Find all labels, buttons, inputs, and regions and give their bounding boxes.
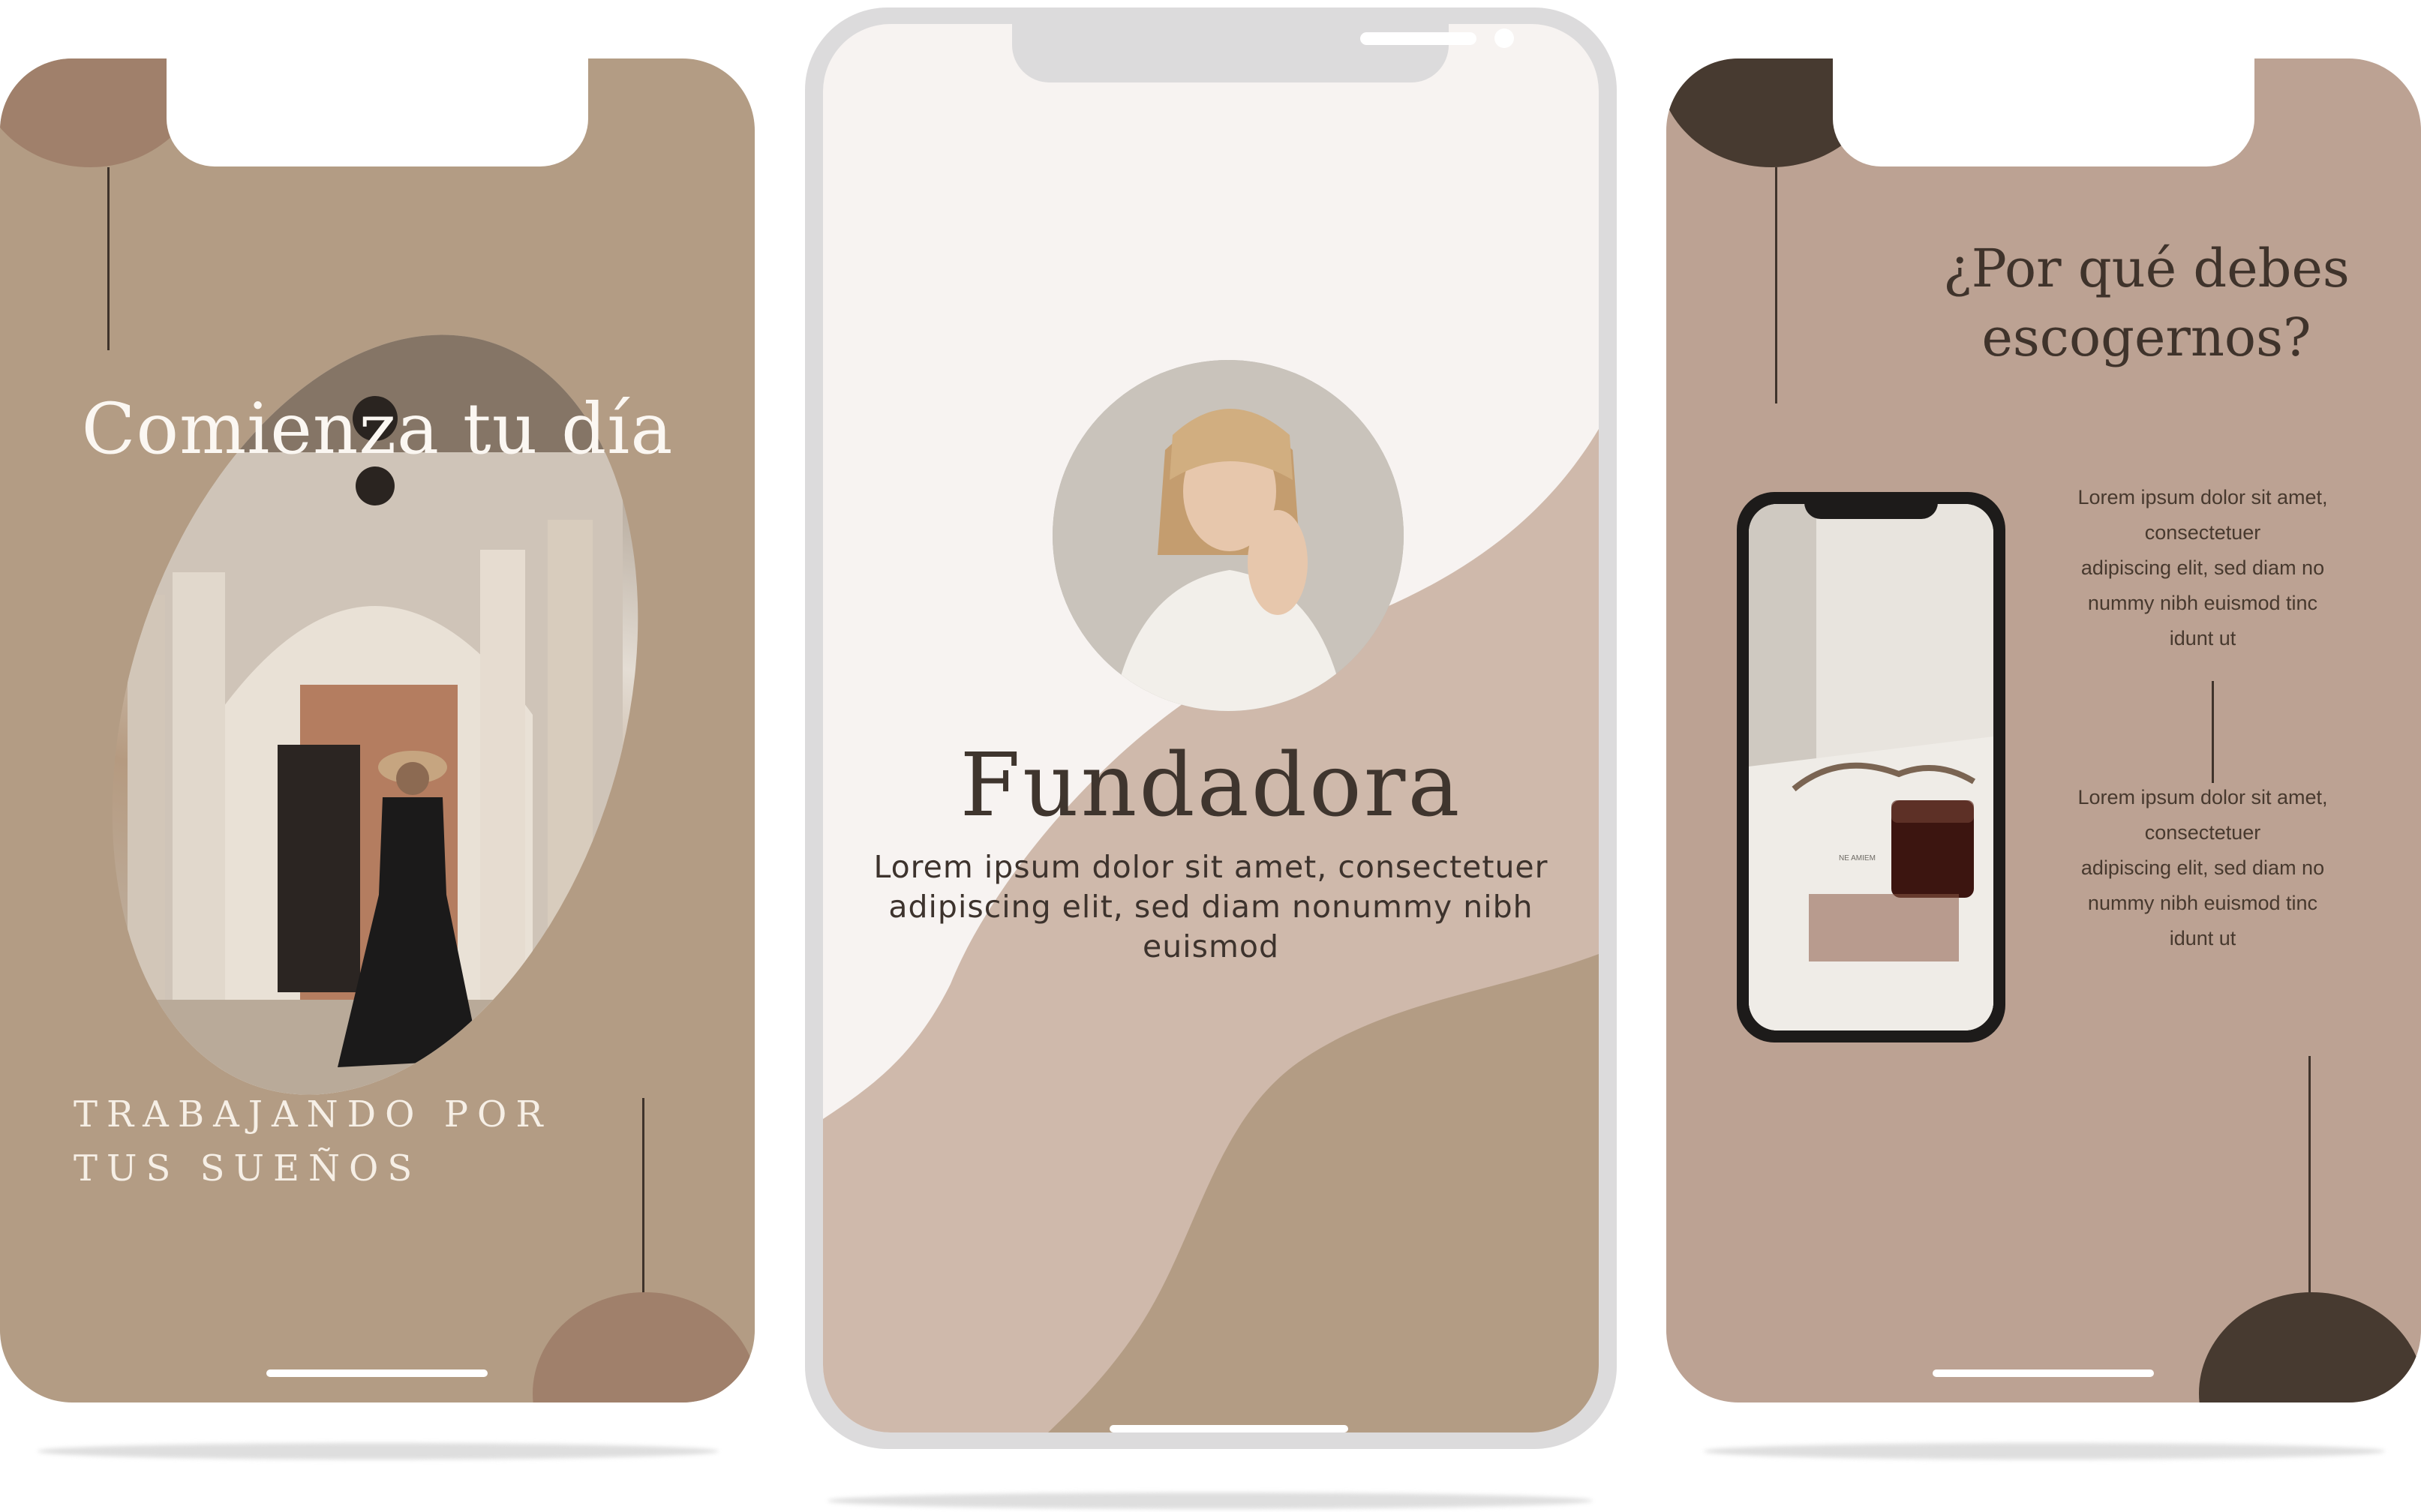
middle-notch bbox=[1012, 8, 1514, 82]
mockup-phone-screen-photo: NE AMIEM bbox=[1749, 504, 1993, 1030]
speaker-grille bbox=[1360, 32, 1476, 45]
benefit-1-line: consectetuer bbox=[2144, 521, 2261, 544]
left-top-vertical-line bbox=[107, 167, 110, 350]
story-phone-left: Comienza tu día TRABAJANDO POR TUS SUEÑO… bbox=[0, 57, 755, 1402]
right-phone-shadow bbox=[1704, 1443, 2385, 1460]
mockup-notch bbox=[1804, 492, 1938, 519]
middle-home-indicator[interactable] bbox=[1110, 1425, 1348, 1432]
left-subtitle-line1: TRABAJANDO POR bbox=[74, 1094, 552, 1136]
left-notch bbox=[167, 57, 588, 166]
benefit-1-line: idunt ut bbox=[2169, 627, 2236, 650]
right-notch bbox=[1833, 57, 2254, 166]
front-camera-icon bbox=[1494, 28, 1514, 48]
benefit-divider-line bbox=[2212, 681, 2214, 783]
heading-line1: ¿Por qué debes bbox=[1943, 238, 2350, 299]
left-story-subtitle: TRABAJANDO POR TUS SUEÑOS bbox=[74, 1088, 614, 1196]
story-phone-middle: Fundadora Lorem ipsum dolor sit amet, co… bbox=[805, 8, 1617, 1449]
founder-description: Lorem ipsum dolor sit amet, consectetuer… bbox=[873, 849, 1548, 964]
benefit-1-line: nummy nibh euismod tinc bbox=[2087, 592, 2318, 614]
left-bottom-semicircle-decoration bbox=[533, 1292, 755, 1402]
middle-phone-shadow bbox=[828, 1492, 1593, 1509]
middle-screen: Fundadora Lorem ipsum dolor sit amet, co… bbox=[823, 24, 1599, 1432]
left-home-indicator[interactable] bbox=[266, 1370, 488, 1377]
benefit-2-line: adipiscing elit, sed diam no bbox=[2080, 856, 2325, 879]
left-screen: Comienza tu día TRABAJANDO POR TUS SUEÑO… bbox=[0, 58, 755, 1402]
left-subtitle-line2: TUS SUEÑOS bbox=[74, 1148, 422, 1190]
mockup-phone: NE AMIEM bbox=[1737, 492, 2005, 1042]
benefit-2-line: idunt ut bbox=[2169, 927, 2236, 950]
right-bottom-vertical-line bbox=[2308, 1056, 2311, 1302]
right-screen: ¿Por qué debes escogernos? NE AMIEM Lore bbox=[1666, 58, 2421, 1402]
svg-text:NE AMIEM: NE AMIEM bbox=[1839, 854, 1876, 862]
benefit-2-line: consectetuer bbox=[2144, 821, 2261, 844]
left-bottom-vertical-line bbox=[642, 1098, 644, 1302]
why-choose-us-heading: ¿Por qué debes escogernos? bbox=[1914, 234, 2379, 372]
benefit-1-line: adipiscing elit, sed diam no bbox=[2080, 556, 2325, 579]
benefit-text-1: Lorem ipsum dolor sit amet, consectetuer… bbox=[2064, 480, 2341, 656]
founder-heading: Fundadora bbox=[960, 735, 1462, 836]
benefit-2-line: nummy nibh euismod tinc bbox=[2087, 892, 2318, 914]
benefit-1-line: Lorem ipsum dolor sit amet, bbox=[2077, 486, 2328, 508]
middle-wave-background bbox=[823, 429, 1599, 1432]
story-phone-right: ¿Por qué debes escogernos? NE AMIEM Lore bbox=[1666, 57, 2421, 1402]
right-home-indicator[interactable] bbox=[1933, 1370, 2154, 1377]
left-phone-shadow bbox=[38, 1443, 719, 1460]
benefit-text-2: Lorem ipsum dolor sit amet, consectetuer… bbox=[2064, 780, 2341, 956]
founder-portrait-photo bbox=[1053, 360, 1404, 711]
left-story-title: Comienza tu día bbox=[81, 388, 674, 470]
benefit-2-line: Lorem ipsum dolor sit amet, bbox=[2077, 786, 2328, 808]
right-bottom-semicircle-decoration bbox=[2199, 1292, 2421, 1402]
right-top-vertical-line bbox=[1775, 167, 1777, 404]
heading-line2: escogernos? bbox=[1981, 307, 2311, 368]
